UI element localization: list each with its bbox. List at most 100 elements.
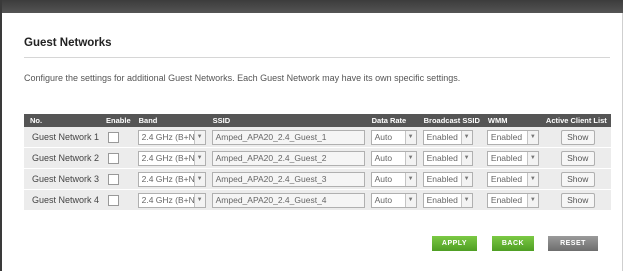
wmm-select[interactable]: Enabled ▼ xyxy=(486,171,539,187)
wmm-select[interactable]: Enabled ▼ xyxy=(486,150,539,166)
data-rate-select[interactable]: Auto ▼ xyxy=(370,192,417,208)
data-rate-value: Auto xyxy=(374,173,393,184)
wmm-value: Enabled xyxy=(490,173,523,184)
enable-checkbox[interactable] xyxy=(108,152,120,164)
show-clients-button[interactable]: Show xyxy=(560,192,595,208)
broadcast-ssid-select[interactable]: Enabled ▼ xyxy=(422,150,473,166)
title-divider xyxy=(24,57,610,58)
table-row: Guest Network 1 2.4 GHz (B+N) ▼ Amped_AP… xyxy=(24,127,611,148)
wmm-cell: Enabled ▼ xyxy=(483,147,542,169)
ssid-cell: Amped_APA20_2.4_Guest_4 xyxy=(208,189,368,211)
guest-networks-table: No. Enable Band SSID Data Rate Broadcast… xyxy=(24,114,611,211)
enable-checkbox[interactable] xyxy=(108,173,120,185)
reset-button[interactable]: RESET xyxy=(548,236,598,251)
data-rate-select[interactable]: Auto ▼ xyxy=(370,150,417,166)
band-cell: 2.4 GHz (B+N) ▼ xyxy=(134,127,209,148)
ssid-input[interactable]: Amped_APA20_2.4_Guest_4 xyxy=(211,192,365,208)
band-select[interactable]: 2.4 GHz (B+N) ▼ xyxy=(137,171,206,187)
data-rate-cell: Auto ▼ xyxy=(367,127,420,148)
data-rate-value: Auto xyxy=(374,131,393,142)
enable-checkbox[interactable] xyxy=(108,194,120,206)
broadcast-ssid-cell: Enabled ▼ xyxy=(419,127,484,148)
band-cell: 2.4 GHz (B+N) ▼ xyxy=(134,147,209,169)
guest-network-name: Guest Network 4 xyxy=(24,189,103,211)
band-value: 2.4 GHz (B+N) xyxy=(141,194,198,205)
guest-network-name: Guest Network 2 xyxy=(24,147,103,169)
wmm-value: Enabled xyxy=(490,194,523,205)
header-data-rate: Data Rate xyxy=(371,116,407,125)
ssid-cell: Amped_APA20_2.4_Guest_1 xyxy=(208,127,368,148)
broadcast-ssid-select[interactable]: Enabled ▼ xyxy=(422,129,473,145)
wmm-value: Enabled xyxy=(490,152,523,163)
header-broadcast-ssid: Broadcast SSID xyxy=(423,116,480,125)
chevron-down-icon: ▼ xyxy=(193,130,205,144)
content-frame: Guest Networks Configure the settings fo… xyxy=(0,0,623,271)
chevron-down-icon: ▼ xyxy=(526,193,538,207)
band-cell: 2.4 GHz (B+N) ▼ xyxy=(134,168,209,190)
active-client-cell: Show xyxy=(541,127,611,148)
ssid-cell: Amped_APA20_2.4_Guest_2 xyxy=(208,147,368,169)
page-title: Guest Networks xyxy=(24,37,112,49)
enable-checkbox[interactable] xyxy=(108,131,120,143)
wmm-value: Enabled xyxy=(490,131,523,142)
ssid-input[interactable]: Amped_APA20_2.4_Guest_2 xyxy=(211,150,365,166)
enable-cell xyxy=(102,127,135,148)
data-rate-select[interactable]: Auto ▼ xyxy=(370,129,417,145)
chevron-down-icon: ▼ xyxy=(404,172,416,186)
header-band: Band xyxy=(138,116,158,125)
table-row: Guest Network 3 2.4 GHz (B+N) ▼ Amped_AP… xyxy=(24,168,611,190)
data-rate-select[interactable]: Auto ▼ xyxy=(370,171,417,187)
band-select[interactable]: 2.4 GHz (B+N) ▼ xyxy=(137,150,206,166)
active-client-cell: Show xyxy=(541,168,611,190)
enable-cell xyxy=(102,168,135,190)
wmm-select[interactable]: Enabled ▼ xyxy=(486,129,539,145)
chevron-down-icon: ▼ xyxy=(526,130,538,144)
broadcast-ssid-cell: Enabled ▼ xyxy=(419,147,484,169)
band-value: 2.4 GHz (B+N) xyxy=(141,131,198,142)
enable-cell xyxy=(102,189,135,211)
chevron-down-icon: ▼ xyxy=(193,193,205,207)
band-select[interactable]: 2.4 GHz (B+N) ▼ xyxy=(137,129,206,145)
chevron-down-icon: ▼ xyxy=(460,193,472,207)
header-enable: Enable xyxy=(106,116,131,125)
active-client-cell: Show xyxy=(541,189,611,211)
data-rate-value: Auto xyxy=(374,194,393,205)
band-value: 2.4 GHz (B+N) xyxy=(141,173,198,184)
table-header-row: No. Enable Band SSID Data Rate Broadcast… xyxy=(24,114,611,127)
data-rate-cell: Auto ▼ xyxy=(367,147,420,169)
band-value: 2.4 GHz (B+N) xyxy=(141,152,198,163)
guest-network-name: Guest Network 1 xyxy=(24,127,103,148)
wmm-select[interactable]: Enabled ▼ xyxy=(486,192,539,208)
header-active-client-list: Active Client List xyxy=(545,116,607,125)
chevron-down-icon: ▼ xyxy=(193,172,205,186)
data-rate-cell: Auto ▼ xyxy=(367,168,420,190)
ssid-input[interactable]: Amped_APA20_2.4_Guest_1 xyxy=(211,129,365,145)
broadcast-ssid-cell: Enabled ▼ xyxy=(419,168,484,190)
chevron-down-icon: ▼ xyxy=(460,151,472,165)
show-clients-button[interactable]: Show xyxy=(560,129,595,145)
table-row: Guest Network 2 2.4 GHz (B+N) ▼ Amped_AP… xyxy=(24,147,611,169)
chevron-down-icon: ▼ xyxy=(526,172,538,186)
broadcast-ssid-cell: Enabled ▼ xyxy=(419,189,484,211)
chevron-down-icon: ▼ xyxy=(460,130,472,144)
chevron-down-icon: ▼ xyxy=(404,193,416,207)
apply-button[interactable]: APPLY xyxy=(432,236,477,251)
broadcast-ssid-value: Enabled xyxy=(426,194,458,205)
enable-cell xyxy=(102,147,135,169)
chevron-down-icon: ▼ xyxy=(404,130,416,144)
broadcast-ssid-select[interactable]: Enabled ▼ xyxy=(422,171,473,187)
guest-network-name: Guest Network 3 xyxy=(24,168,103,190)
wmm-cell: Enabled ▼ xyxy=(483,168,542,190)
back-button[interactable]: BACK xyxy=(492,236,534,251)
data-rate-value: Auto xyxy=(374,152,393,163)
chevron-down-icon: ▼ xyxy=(193,151,205,165)
band-select[interactable]: 2.4 GHz (B+N) ▼ xyxy=(137,192,206,208)
chevron-down-icon: ▼ xyxy=(404,151,416,165)
show-clients-button[interactable]: Show xyxy=(560,171,595,187)
ssid-input[interactable]: Amped_APA20_2.4_Guest_3 xyxy=(211,171,365,187)
wmm-cell: Enabled ▼ xyxy=(483,189,542,211)
broadcast-ssid-value: Enabled xyxy=(426,131,458,142)
header-wmm: WMM xyxy=(487,116,508,125)
show-clients-button[interactable]: Show xyxy=(560,150,595,166)
broadcast-ssid-select[interactable]: Enabled ▼ xyxy=(422,192,473,208)
